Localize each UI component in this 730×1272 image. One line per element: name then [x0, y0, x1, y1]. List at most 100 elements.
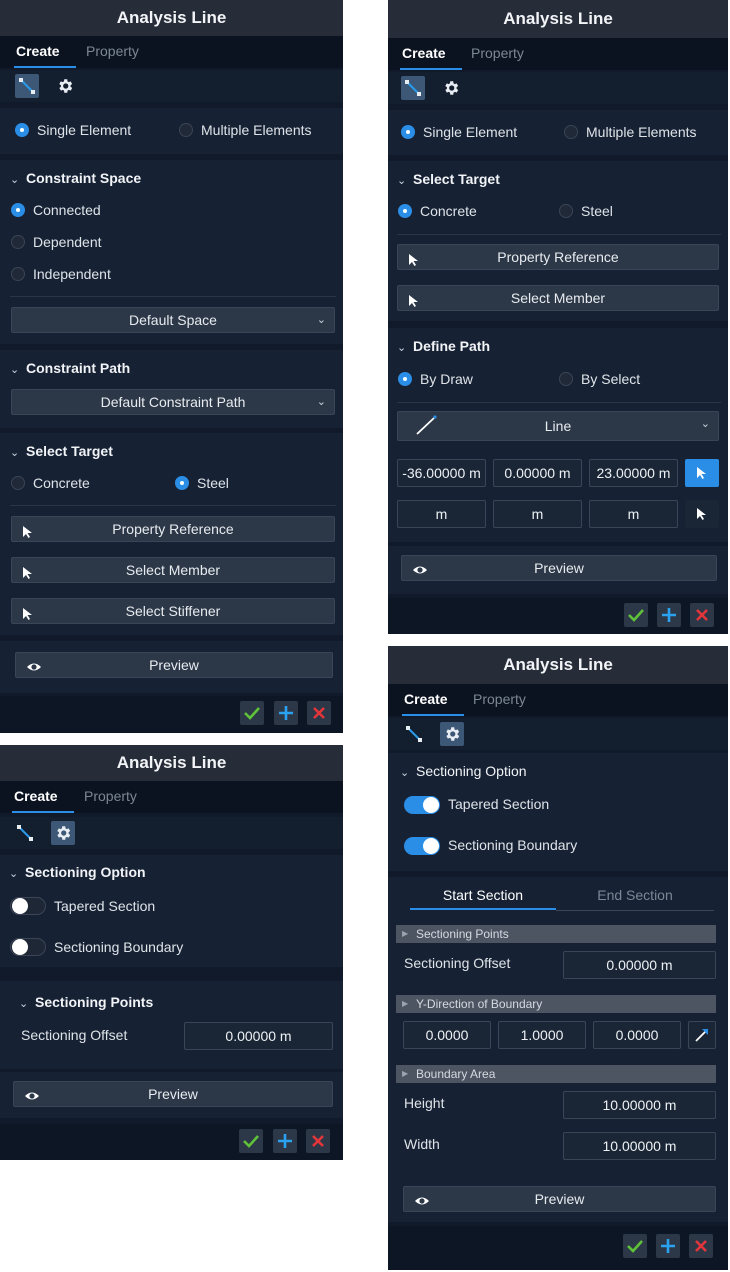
line-tool-button[interactable] [402, 722, 426, 746]
tab-create[interactable]: Create [402, 684, 464, 716]
multiple-elements-radio[interactable]: Multiple Elements [564, 124, 697, 140]
y-direction-z-input[interactable]: 0.0000 [593, 1021, 681, 1049]
add-button[interactable] [274, 701, 298, 725]
action-footer [0, 696, 343, 733]
sectioning-boundary-label: Sectioning Boundary [54, 939, 184, 955]
pick-direction-button[interactable] [688, 1021, 716, 1049]
start-z-input[interactable]: 23.00000 m [589, 459, 678, 487]
tab-bar: Create Property [388, 38, 728, 70]
plus-icon [278, 1134, 292, 1148]
tab-create[interactable]: Create [12, 781, 74, 813]
pick-end-point-button[interactable] [685, 500, 719, 528]
sectioning-points-subheader[interactable]: ▶ Sectioning Points [396, 925, 716, 943]
steel-radio[interactable]: Steel [175, 475, 229, 491]
width-input[interactable]: 10.00000 m [563, 1132, 716, 1160]
select-member-button[interactable]: Select Member [11, 557, 335, 583]
chevron-down-icon: ⌄ [700, 418, 710, 430]
confirm-button[interactable] [623, 1234, 647, 1258]
single-element-radio[interactable]: Single Element [15, 122, 131, 138]
start-y-input[interactable]: 0.00000 m [493, 459, 582, 487]
settings-button[interactable] [53, 74, 77, 98]
tab-end-section[interactable]: End Section [562, 882, 708, 908]
gear-icon [446, 727, 460, 741]
property-reference-button[interactable]: Property Reference [397, 244, 719, 270]
by-select-radio[interactable]: By Select [559, 371, 640, 387]
preview-button[interactable]: Preview [15, 652, 333, 678]
cancel-button[interactable] [306, 1129, 330, 1153]
connected-radio[interactable]: Connected [11, 202, 101, 218]
tab-property[interactable]: Property [473, 684, 526, 714]
boundary-area-subheader[interactable]: ▶ Boundary Area [396, 1065, 716, 1083]
cursor-arrow-icon [23, 526, 32, 538]
concrete-radio[interactable]: Concrete [398, 203, 477, 219]
settings-button[interactable] [440, 722, 464, 746]
tab-create[interactable]: Create [14, 36, 76, 68]
confirm-button[interactable] [624, 603, 648, 627]
select-member-button[interactable]: Select Member [397, 285, 719, 311]
sectioning-offset-input[interactable]: 0.00000 m [563, 951, 716, 979]
path-shape-dropdown[interactable]: Line ⌄ [397, 411, 719, 441]
constraint-path-section: ⌄ Constraint Path Default Constraint Path… [0, 350, 343, 428]
tab-start-section[interactable]: Start Section [410, 882, 556, 910]
preview-button[interactable]: Preview [403, 1186, 716, 1212]
cancel-button[interactable] [689, 1234, 713, 1258]
sectioning-offset-input[interactable]: 0.00000 m [184, 1022, 333, 1050]
select-stiffener-button[interactable]: Select Stiffener [11, 598, 335, 624]
tab-property[interactable]: Property [471, 38, 524, 68]
property-reference-button[interactable]: Property Reference [11, 516, 335, 542]
y-direction-y-input[interactable]: 1.0000 [498, 1021, 586, 1049]
cursor-arrow-icon [23, 608, 32, 620]
end-z-input[interactable]: m [589, 500, 678, 528]
constraint-space-dropdown[interactable]: Default Space ⌄ [11, 307, 335, 333]
y-direction-subheader[interactable]: ▶ Y-Direction of Boundary [396, 995, 716, 1013]
cancel-button[interactable] [307, 701, 331, 725]
tab-property[interactable]: Property [84, 781, 137, 811]
concrete-radio[interactable]: Concrete [11, 475, 90, 491]
sectioning-option-header[interactable]: ⌄ Sectioning Option [400, 763, 527, 779]
confirm-button[interactable] [239, 1129, 263, 1153]
pick-start-point-button[interactable] [685, 459, 719, 487]
settings-button[interactable] [439, 76, 463, 100]
end-x-input[interactable]: m [397, 500, 486, 528]
end-y-input[interactable]: m [493, 500, 582, 528]
select-target-header[interactable]: ⌄ Select Target [10, 443, 113, 459]
sectioning-option-header[interactable]: ⌄ Sectioning Option [9, 864, 146, 880]
tab-create[interactable]: Create [400, 38, 462, 70]
by-draw-radio[interactable]: By Draw [398, 371, 473, 387]
analysis-line-panel-1: Analysis Line Create Property Single Ele… [0, 0, 343, 733]
add-button[interactable] [657, 603, 681, 627]
add-button[interactable] [273, 1129, 297, 1153]
y-direction-x-input[interactable]: 0.0000 [403, 1021, 491, 1049]
height-input[interactable]: 10.00000 m [563, 1091, 716, 1119]
gear-icon [57, 826, 71, 840]
sectioning-boundary-toggle[interactable] [10, 938, 46, 956]
cancel-button[interactable] [690, 603, 714, 627]
steel-radio[interactable]: Steel [559, 203, 613, 219]
confirm-button[interactable] [240, 701, 264, 725]
line-tool-button[interactable] [401, 76, 425, 100]
line-tool-button[interactable] [13, 821, 37, 845]
tapered-section-toggle[interactable] [404, 796, 440, 814]
add-button[interactable] [656, 1234, 680, 1258]
multiple-elements-radio[interactable]: Multiple Elements [179, 122, 312, 138]
chevron-down-icon: ⌄ [316, 314, 326, 326]
tab-property[interactable]: Property [86, 36, 139, 66]
preview-button[interactable]: Preview [401, 555, 717, 581]
line-tool-button[interactable] [15, 74, 39, 98]
select-target-header[interactable]: ⌄ Select Target [397, 171, 500, 187]
constraint-space-header[interactable]: ⌄ Constraint Space [10, 170, 141, 186]
settings-button[interactable] [51, 821, 75, 845]
sectioning-boundary-toggle[interactable] [404, 837, 440, 855]
constraint-path-header[interactable]: ⌄ Constraint Path [10, 360, 130, 376]
check-icon [244, 707, 260, 720]
start-x-input[interactable]: -36.00000 m [397, 459, 486, 487]
sectioning-points-header[interactable]: ⌄ Sectioning Points [19, 994, 153, 1010]
tapered-section-toggle[interactable] [10, 897, 46, 915]
constraint-path-dropdown[interactable]: Default Constraint Path ⌄ [11, 389, 335, 415]
define-path-header[interactable]: ⌄ Define Path [397, 338, 490, 354]
triangle-right-icon: ▶ [402, 929, 409, 938]
single-element-radio[interactable]: Single Element [401, 124, 517, 140]
dependent-radio[interactable]: Dependent [11, 234, 102, 250]
independent-radio[interactable]: Independent [11, 266, 111, 282]
preview-button[interactable]: Preview [13, 1081, 333, 1107]
